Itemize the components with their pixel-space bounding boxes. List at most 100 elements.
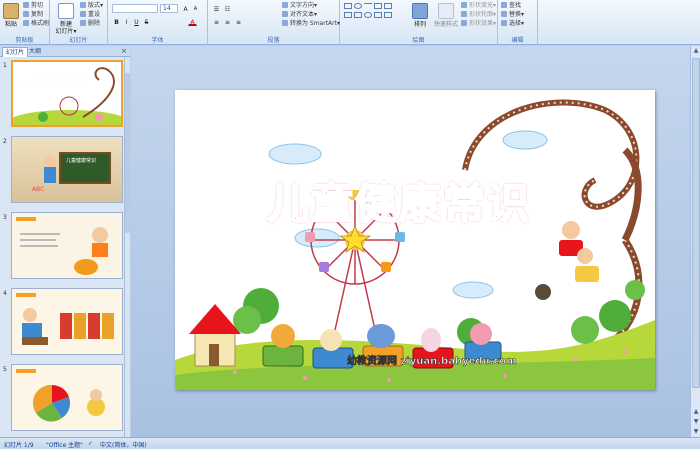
slide-canvas[interactable]: 儿童健康常识 幼教资源网 ziyuan.babyedu.com (175, 90, 655, 390)
bold-button[interactable]: B (112, 17, 121, 26)
convert-smartart-button[interactable]: 转换为 SmartArt▾ (282, 20, 340, 28)
next-slide-icon[interactable]: ▼ (692, 418, 700, 426)
layout-button[interactable]: 版式▾ (80, 2, 103, 10)
slide-number: 4 (3, 290, 7, 297)
quick-styles-button[interactable]: 快速样式 (431, 3, 461, 28)
slide-thumbnail-3-art (16, 217, 108, 275)
circle-shape-icon[interactable] (364, 12, 372, 18)
italic-button[interactable]: I (122, 17, 131, 26)
slide-thumbnail-5-art (16, 369, 105, 422)
status-theme[interactable]: "Office 主题" (46, 440, 83, 449)
shapes-gallery[interactable] (344, 3, 404, 33)
find-button[interactable]: 查找 (501, 2, 521, 10)
text-direction-button[interactable]: 文字方向▾ (282, 2, 317, 10)
slide-number: 5 (3, 366, 7, 373)
slide-thumbnail-1-title: 儿童健康常识 (21, 74, 88, 88)
status-language[interactable]: 中文(简体，中国) (100, 440, 147, 449)
align-right-button[interactable]: ≡ (234, 17, 243, 26)
slide-number: 3 (3, 214, 7, 221)
arrange-icon (412, 3, 428, 19)
editor-scrollbar-thumb[interactable] (692, 58, 700, 388)
reset-icon (80, 11, 86, 17)
slides-panel: 幻灯片 大纲 × 1 儿童健康常识 2 ABC 儿童健康常识 3 4 5 (0, 46, 130, 437)
editor-scrollbar[interactable]: ▲ ▲ ▼ ▼ (690, 46, 700, 437)
oval-shape-icon[interactable] (354, 3, 362, 9)
panel-scrollbar[interactable] (124, 57, 130, 437)
group-label-clipboard: 剪贴板 (15, 37, 34, 44)
delete-slide-button[interactable]: 删除 (80, 20, 100, 28)
slide-thumbnail-2-title: 儿童健康常识 (66, 158, 97, 164)
group-label-font: 字体 (151, 37, 164, 44)
outline-icon (461, 11, 467, 17)
slide-thumbnail-2-art: ABC (32, 152, 111, 193)
slide-thumbnail-4[interactable] (11, 288, 123, 355)
numbering-button[interactable]: ☷ (223, 4, 232, 13)
font-group: 14 A A B I U S A 字体 (108, 0, 208, 45)
font-size-combo[interactable]: 14 (160, 4, 178, 13)
format-painter-button[interactable]: 格式刷 (23, 20, 49, 28)
paste-icon (3, 3, 19, 19)
strikethrough-button[interactable]: S (142, 17, 151, 26)
scroll-up-icon[interactable]: ▲ (692, 47, 700, 55)
slide-illustration (175, 90, 655, 390)
bullets-button[interactable]: ☰ (212, 4, 221, 13)
line-shape-icon[interactable] (364, 3, 372, 9)
shape-outline-button[interactable]: 形状轮廓▾ (461, 11, 496, 19)
quick-styles-icon (438, 3, 454, 19)
replace-button[interactable]: 替换▾ (501, 11, 524, 19)
callout-shape-icon[interactable] (374, 12, 382, 18)
triangle-shape-icon[interactable] (384, 3, 392, 9)
slide-thumbnail-3[interactable] (11, 212, 123, 279)
spell-check-icon[interactable]: ✓ (88, 440, 93, 447)
arrange-button[interactable]: 排列 (410, 3, 430, 28)
slide-thumbnail-1[interactable]: 儿童健康常识 (11, 60, 123, 127)
arrow-shape-icon[interactable] (344, 12, 352, 18)
star-shape-icon[interactable] (354, 12, 362, 18)
copy-icon (23, 11, 29, 17)
copy-button[interactable]: 复制 (23, 11, 43, 19)
slide-thumbnail-4-art (16, 293, 114, 345)
slide-watermark: 幼教资源网 ziyuan.babyedu.com (347, 356, 517, 368)
align-left-button[interactable]: ≡ (212, 17, 221, 26)
shape-effects-button[interactable]: 形状效果▾ (461, 20, 496, 28)
slide-editor: 儿童健康常识 幼教资源网 ziyuan.babyedu.com ▲ ▲ ▼ ▼ (131, 46, 700, 437)
close-panel-icon[interactable]: × (121, 47, 127, 55)
effects-icon (461, 20, 467, 26)
smartart-icon (282, 20, 288, 26)
editing-group: 查找 替换▾ 选择▾ 编辑 (498, 0, 538, 45)
group-label-editing: 编辑 (511, 37, 524, 44)
new-slide-button[interactable]: 新建 幻灯片▾ (54, 3, 78, 35)
slide-thumbnail-5[interactable] (11, 364, 123, 431)
brush-icon (23, 20, 29, 26)
slide-thumbnail-2[interactable]: ABC 儿童健康常识 (11, 136, 123, 203)
paste-button[interactable]: 粘贴 (3, 3, 19, 28)
panel-scrollbar-thumb[interactable] (125, 73, 130, 233)
align-center-button[interactable]: ≡ (223, 17, 232, 26)
brace-shape-icon[interactable] (384, 12, 392, 18)
reset-button[interactable]: 重设 (80, 11, 100, 19)
shrink-font-button[interactable]: A (191, 4, 200, 13)
align-text-button[interactable]: 对齐文本▾ (282, 11, 317, 19)
grow-font-button[interactable]: A (181, 4, 190, 13)
group-label-paragraph: 段落 (267, 37, 280, 44)
font-name-combo[interactable] (112, 4, 158, 13)
font-color-button[interactable]: A (188, 17, 197, 26)
shape-fill-button[interactable]: 形状填充▾ (461, 2, 496, 10)
underline-button[interactable]: U (132, 17, 141, 26)
rounded-rect-shape-icon[interactable] (374, 3, 382, 9)
group-label-drawing: 绘图 (412, 37, 425, 44)
panel-tabs: 幻灯片 大纲 × (0, 46, 130, 57)
scroll-down-icon[interactable]: ▼ (692, 428, 700, 436)
tab-outline[interactable]: 大纲 (26, 47, 44, 57)
cut-icon (23, 2, 29, 8)
drawing-group: 排列 快速样式 形状填充▾ 形状轮廓▾ 形状效果▾ 绘图 (340, 0, 498, 45)
cut-button[interactable]: 剪切 (23, 2, 43, 10)
rectangle-shape-icon[interactable] (344, 3, 352, 9)
tab-slides[interactable]: 幻灯片 (2, 47, 29, 57)
status-bar: 幻灯片 1/9 "Office 主题" ✓ 中文(简体，中国) (0, 437, 700, 449)
previous-slide-icon[interactable]: ▲ (692, 408, 700, 416)
new-slide-icon (58, 3, 74, 19)
slide-title[interactable]: 儿童健康常识 (266, 170, 531, 231)
align-text-icon (282, 11, 288, 17)
select-button[interactable]: 选择▾ (501, 20, 524, 28)
